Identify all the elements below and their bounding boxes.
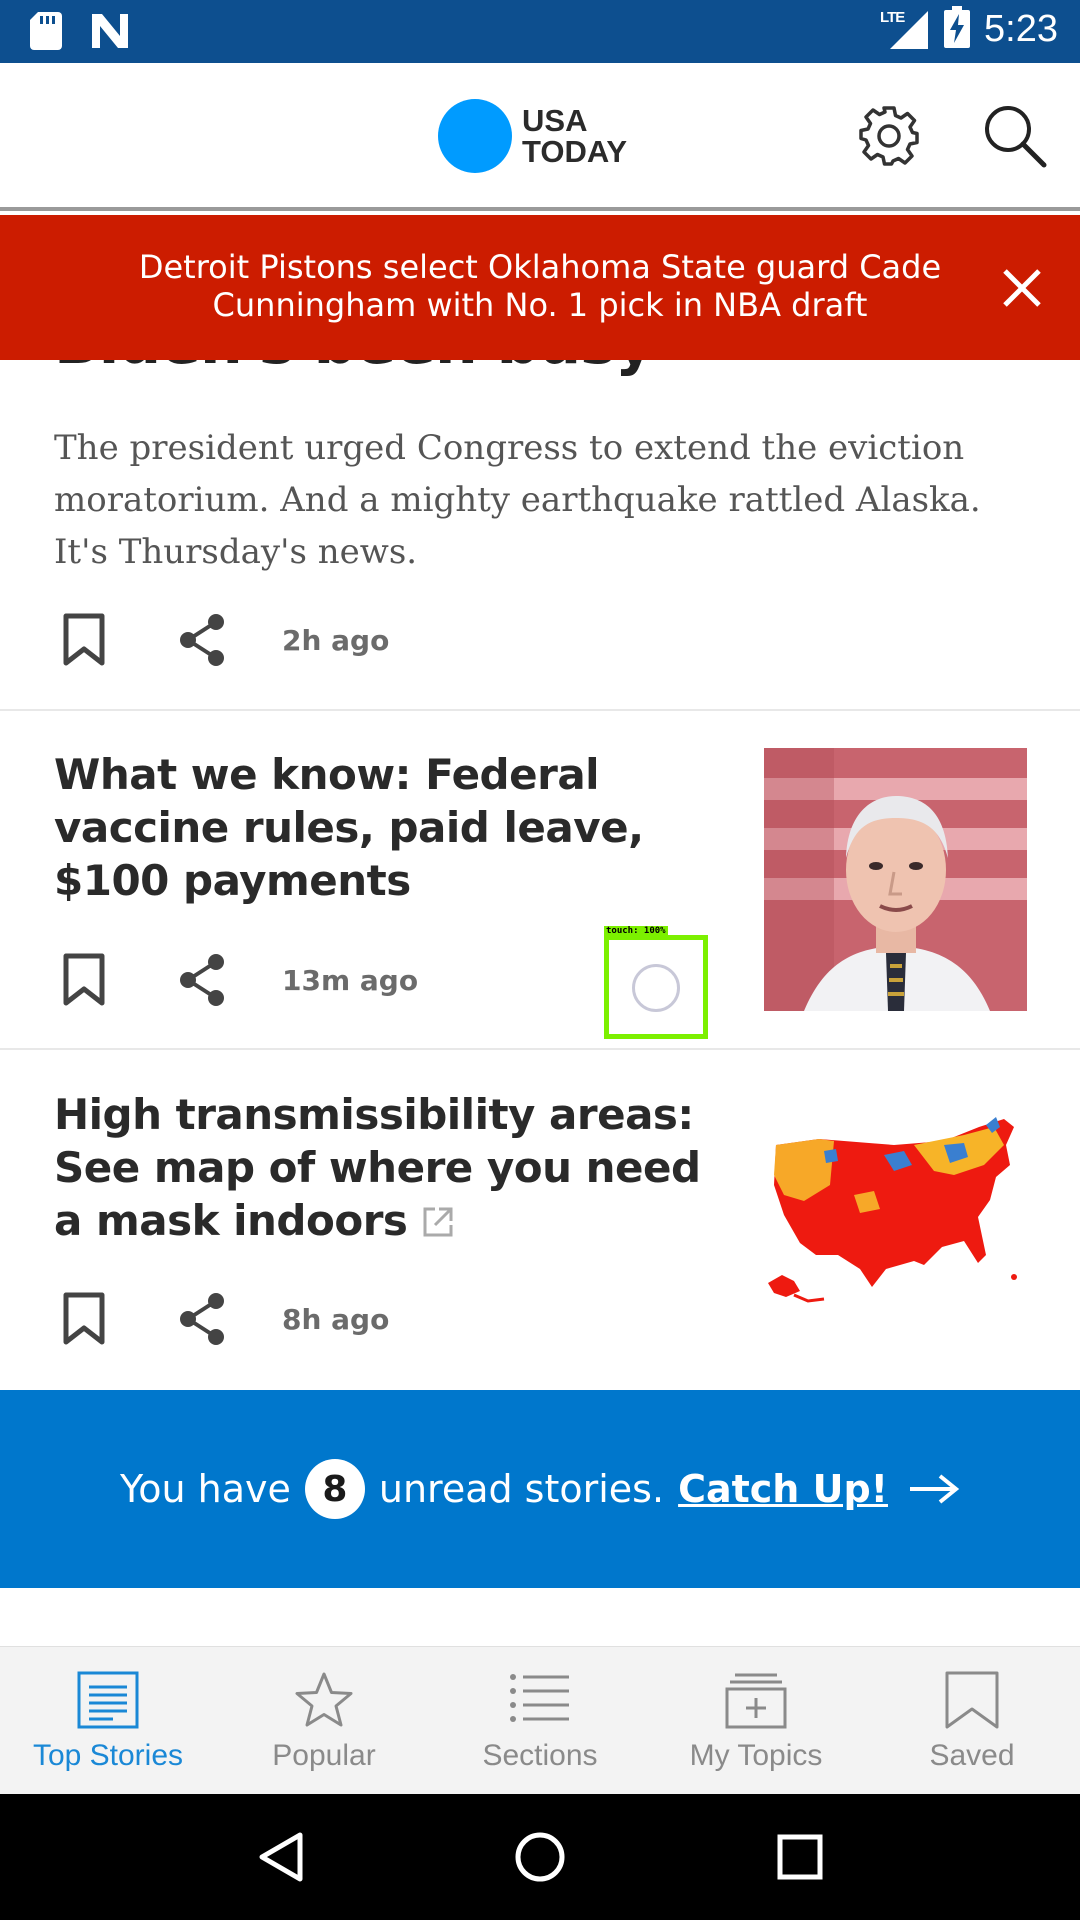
nav-label: Sections	[482, 1739, 598, 1772]
bookmark-icon	[63, 953, 105, 1006]
story-title[interactable]: High transmissibility areas: See map of …	[54, 1088, 734, 1251]
nav-saved[interactable]: Saved	[864, 1647, 1080, 1794]
bookmark-icon	[63, 613, 105, 666]
catch-up-link[interactable]: Catch Up!	[678, 1467, 888, 1511]
catch-up-bar[interactable]: You have 8 unread stories. Catch Up!	[0, 1390, 1080, 1588]
battery-charging-icon	[944, 6, 971, 52]
catchup-prefix: You have	[120, 1467, 291, 1511]
catchup-suffix: unread stories.	[378, 1467, 665, 1511]
signal-icon: LTE	[878, 7, 930, 51]
nav-sections[interactable]: Sections	[432, 1647, 648, 1794]
nav-label: Popular	[272, 1739, 376, 1772]
recents-icon	[777, 1834, 823, 1880]
bookmark-button[interactable]	[54, 610, 114, 670]
bookmark-button[interactable]	[54, 950, 114, 1010]
nav-top-stories[interactable]: Top Stories	[0, 1647, 216, 1794]
bottom-nav: Top Stories Popular Sections My Topics S…	[0, 1646, 1080, 1794]
story-time: 2h ago	[282, 623, 390, 657]
status-time: 5:23	[984, 7, 1058, 50]
sd-card-icon	[30, 12, 62, 54]
nav-my-topics[interactable]: My Topics	[648, 1647, 864, 1794]
app-header: USA TODAY	[0, 63, 1080, 211]
usa-today-logo[interactable]: USA TODAY	[438, 99, 627, 173]
story-actions: 8h ago	[54, 1289, 389, 1349]
nav-popular[interactable]: Popular	[216, 1647, 432, 1794]
bookmark-icon	[945, 1671, 999, 1729]
recents-button[interactable]	[760, 1817, 840, 1897]
star-icon	[295, 1672, 353, 1727]
story-actions: 2h ago	[54, 610, 389, 670]
story-title-text: High transmissibility areas: See map of …	[54, 1090, 701, 1245]
story-time: 8h ago	[282, 1302, 390, 1336]
nav-label: Top Stories	[32, 1739, 184, 1772]
logo-line1: USA	[522, 103, 588, 138]
home-icon	[515, 1832, 565, 1882]
story-headline-cut[interactable]: Biden's been busy	[54, 360, 654, 378]
unread-count-badge: 8	[304, 1459, 365, 1519]
share-button[interactable]	[172, 610, 232, 670]
share-button[interactable]	[172, 950, 232, 1010]
bookmark-icon	[63, 1292, 105, 1345]
n-notification-icon	[90, 12, 130, 54]
share-icon	[180, 1293, 224, 1345]
share-icon	[180, 954, 224, 1006]
home-button[interactable]	[500, 1817, 580, 1897]
nav-label: Saved	[929, 1739, 1015, 1772]
search-icon	[985, 106, 1047, 168]
close-icon	[1003, 269, 1041, 307]
story-feed[interactable]: Biden's been busy The president urged Co…	[0, 360, 1080, 1390]
story-summary[interactable]: The president urged Congress to extend t…	[54, 422, 1044, 578]
divider	[0, 709, 1080, 711]
status-bar: LTE 5:23	[0, 0, 1080, 63]
back-icon	[259, 1832, 303, 1882]
back-button[interactable]	[240, 1817, 320, 1897]
gear-icon	[859, 106, 919, 166]
story-thumbnail[interactable]	[764, 748, 1027, 1011]
story-time: 13m ago	[282, 963, 419, 997]
search-button[interactable]	[980, 101, 1050, 171]
story-title[interactable]: What we know: Federal vaccine rules, pai…	[54, 748, 734, 907]
banner-text: Detroit Pistons select Oklahoma State gu…	[138, 248, 942, 324]
folder-plus-icon	[725, 1673, 787, 1729]
logo-dot	[438, 99, 512, 173]
share-button[interactable]	[172, 1289, 232, 1349]
nav-label: My Topics	[689, 1739, 823, 1772]
settings-button[interactable]	[854, 101, 924, 171]
arrow-right-icon[interactable]	[908, 1473, 960, 1505]
list-icon	[510, 1674, 569, 1722]
logo-line2: TODAY	[522, 134, 628, 169]
story-thumbnail[interactable]	[764, 1105, 1027, 1368]
bookmark-button[interactable]	[54, 1289, 114, 1349]
share-icon	[180, 614, 224, 666]
banner-close-button[interactable]	[994, 260, 1050, 316]
story-actions: 13m ago	[54, 950, 418, 1010]
top-stories-icon	[77, 1671, 139, 1729]
system-nav-bar	[0, 1794, 1080, 1920]
touch-indicator	[604, 935, 708, 1039]
breaking-news-banner[interactable]: Detroit Pistons select Oklahoma State gu…	[0, 215, 1080, 360]
external-link-icon	[421, 1198, 455, 1251]
touch-circle	[632, 964, 680, 1012]
divider	[0, 1048, 1080, 1050]
